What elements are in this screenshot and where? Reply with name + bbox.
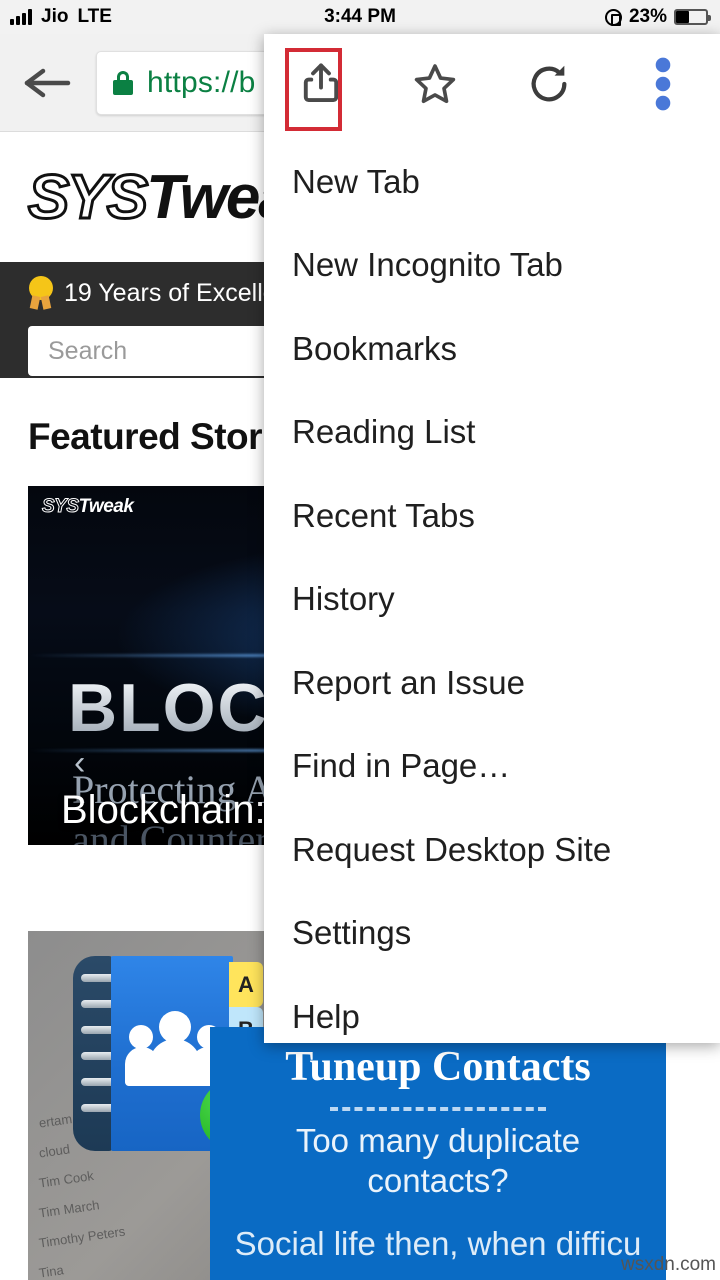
- menu-item-history[interactable]: History: [264, 558, 720, 642]
- menu-item-help[interactable]: Help: [264, 975, 720, 1059]
- rotation-lock-icon: [604, 8, 622, 26]
- menu-item-reading-list[interactable]: Reading List: [264, 391, 720, 475]
- card-brand-logo: SYSTweak: [42, 496, 134, 518]
- card-brand-tweak: Tweak: [78, 496, 134, 517]
- overflow-menu-button[interactable]: [606, 34, 720, 134]
- tuneup-subtitle-line-1: Too many duplicate: [295, 1122, 581, 1159]
- battery-icon: [674, 9, 711, 25]
- back-button[interactable]: [0, 63, 96, 103]
- menu-item-recent-tabs[interactable]: Recent Tabs: [264, 474, 720, 558]
- share-highlight-box: [285, 48, 342, 131]
- alphabet-tab: A: [229, 962, 263, 1007]
- menu-item-settings[interactable]: Settings: [264, 892, 720, 976]
- tuneup-subtitle-line-2: contacts?: [367, 1162, 509, 1199]
- menu-item-new-incognito-tab[interactable]: New Incognito Tab: [264, 224, 720, 308]
- site-search-placeholder: Search: [48, 336, 128, 365]
- menu-item-request-desktop-site[interactable]: Request Desktop Site: [264, 808, 720, 892]
- menu-icon-row: [264, 34, 720, 134]
- menu-item-find-in-page[interactable]: Find in Page…: [264, 725, 720, 809]
- browser-overflow-menu: New Tab New Incognito Tab Bookmarks Read…: [264, 34, 720, 1043]
- medal-icon: [28, 276, 54, 310]
- menu-item-list: New Tab New Incognito Tab Bookmarks Read…: [264, 134, 720, 1059]
- watermark-label: wsxdn.com: [620, 1254, 716, 1275]
- reload-button[interactable]: [492, 34, 606, 134]
- tuneup-subtitle-line-3: Social life then, when difficu: [234, 1225, 642, 1262]
- back-arrow-icon: [24, 68, 71, 97]
- menu-item-report-an-issue[interactable]: Report an Issue: [264, 641, 720, 725]
- card-brand-sys: SYS: [42, 496, 80, 518]
- dashed-divider: [330, 1107, 546, 1111]
- bookmark-button[interactable]: [378, 34, 492, 134]
- menu-item-new-tab[interactable]: New Tab: [264, 140, 720, 224]
- tuneup-contacts-panel: Tuneup Contacts Too many duplicate conta…: [210, 1027, 666, 1280]
- url-text: https://b: [147, 65, 256, 99]
- https-lock-icon: [113, 70, 133, 95]
- share-button[interactable]: [264, 34, 378, 134]
- menu-item-bookmarks[interactable]: Bookmarks: [264, 307, 720, 391]
- status-bar: Jio LTE 3:44 PM 23%: [0, 0, 720, 34]
- reload-icon: [531, 65, 567, 102]
- bookmark-star-icon: [414, 64, 456, 104]
- overflow-menu-icon: [655, 57, 671, 111]
- logo-text-sys: SYS: [26, 162, 149, 234]
